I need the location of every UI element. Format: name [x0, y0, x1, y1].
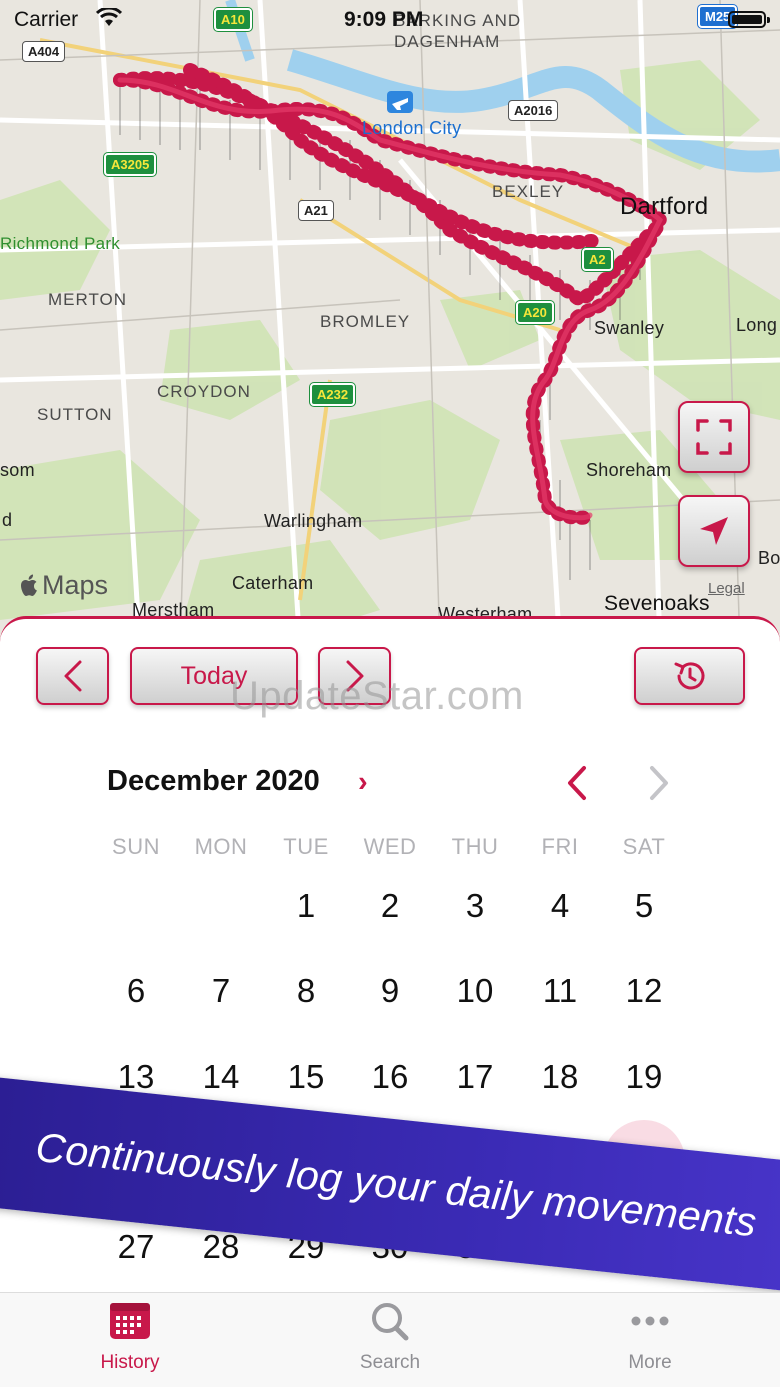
- weekday-thu: THU: [451, 834, 499, 859]
- calendar-day[interactable]: 27: [96, 1217, 176, 1277]
- road-badge-a21: A21: [298, 200, 334, 221]
- map-label-richmond-park: Richmond Park: [0, 234, 121, 253]
- calendar-day[interactable]: 16: [350, 1047, 430, 1107]
- calendar-day[interactable]: 12: [604, 961, 684, 1021]
- map-label-bromley: BROMLEY: [320, 312, 411, 331]
- calendar-day[interactable]: 18: [520, 1047, 600, 1107]
- weekday-tue: TUE: [283, 834, 329, 859]
- carrier-label: Carrier: [14, 8, 79, 31]
- map-label-sevenoaks: Sevenoaks: [604, 592, 710, 615]
- fullscreen-icon: [696, 419, 732, 455]
- locate-me-button[interactable]: [678, 495, 750, 567]
- calendar-day[interactable]: 3: [435, 876, 515, 936]
- history-clock-icon: [674, 662, 704, 690]
- location-arrow-icon: [700, 517, 728, 545]
- map-view[interactable]: BARKING AND DAGENHAM London City BEXLEY …: [0, 0, 780, 650]
- wifi-icon: [96, 8, 122, 26]
- weekday-sat: SAT: [622, 834, 666, 859]
- weekday-wed: WED: [363, 834, 417, 859]
- tab-history[interactable]: History: [60, 1301, 200, 1374]
- battery-icon: [728, 11, 770, 28]
- calendar-day: [96, 876, 176, 936]
- map-label-warlingham: Warlingham: [264, 511, 363, 531]
- calendar-day[interactable]: 5: [604, 876, 684, 936]
- calendar-icon: [110, 1303, 150, 1339]
- map-label-shoreham: Shoreham: [586, 460, 672, 480]
- road-badge-a232: A232: [310, 383, 356, 406]
- clock: 9:09 PM: [344, 8, 424, 31]
- map-label-dartford: Dartford: [620, 193, 709, 220]
- calendar-day: [181, 876, 261, 936]
- tab-more[interactable]: More: [580, 1301, 720, 1374]
- next-month-button[interactable]: [648, 764, 672, 802]
- road-badge-a2: A2: [582, 248, 613, 271]
- map-label-london-city: London City: [362, 118, 462, 138]
- tab-bar: History Search More: [0, 1292, 780, 1387]
- map-label-epsom: som: [0, 460, 35, 480]
- calendar-day[interactable]: 4: [520, 876, 600, 936]
- weekday-fri: FRI: [541, 834, 579, 859]
- status-bar: Carrier 9:09 PM: [0, 0, 780, 40]
- calendar-day[interactable]: 19: [604, 1047, 684, 1107]
- road-badge-a2016: A2016: [508, 100, 559, 121]
- fit-track-button[interactable]: [678, 401, 750, 473]
- calendar-day[interactable]: 8: [266, 961, 346, 1021]
- map-label-caterham: Caterham: [232, 573, 314, 593]
- chevron-left-icon: [64, 660, 81, 692]
- map-label-merton: MERTON: [48, 290, 128, 309]
- map-label-bexley: BEXLEY: [492, 182, 565, 201]
- month-title[interactable]: December 2020: [107, 765, 320, 798]
- weekday-mon: MON: [194, 834, 248, 859]
- previous-day-button[interactable]: [36, 647, 109, 705]
- apple-icon: [21, 574, 37, 596]
- calendar-day[interactable]: 6: [96, 961, 176, 1021]
- tab-more-label: More: [628, 1352, 672, 1373]
- calendar-day[interactable]: 7: [181, 961, 261, 1021]
- calendar-day[interactable]: 15: [266, 1047, 346, 1107]
- weekday-sun: SUN: [112, 834, 160, 859]
- map-label-bo: Bo: [758, 548, 780, 568]
- search-icon: [372, 1303, 409, 1341]
- maps-logo-text: Maps: [42, 570, 109, 600]
- tab-history-label: History: [100, 1352, 160, 1373]
- map-label-swanley: Swanley: [594, 318, 665, 338]
- road-badge-a3205: A3205: [104, 153, 157, 176]
- map-label-d: d: [2, 510, 13, 530]
- tab-search-label: Search: [359, 1352, 421, 1373]
- calendar-day[interactable]: 11: [520, 961, 600, 1021]
- month-picker-chevron-icon[interactable]: ›: [358, 766, 368, 799]
- calendar-day[interactable]: 2: [350, 876, 430, 936]
- previous-month-button[interactable]: [564, 764, 588, 802]
- road-badge-a20: A20: [516, 301, 554, 324]
- calendar-day[interactable]: 17: [435, 1047, 515, 1107]
- map-label-sutton: SUTTON: [37, 405, 113, 424]
- history-toggle-button[interactable]: [634, 647, 745, 705]
- watermark: UpdateStar.com: [230, 674, 524, 718]
- road-badge-a404: A404: [22, 41, 66, 62]
- map-label-croydon: CROYDON: [157, 382, 251, 401]
- calendar-day[interactable]: 10: [435, 961, 515, 1021]
- calendar-day[interactable]: 9: [350, 961, 430, 1021]
- legal-link[interactable]: Legal: [708, 580, 745, 597]
- tab-search[interactable]: Search: [320, 1301, 460, 1374]
- apple-maps-logo: Maps: [20, 570, 108, 601]
- map-label-long: Long: [736, 315, 778, 335]
- calendar-day[interactable]: 1: [266, 876, 346, 936]
- more-icon: [631, 1316, 669, 1326]
